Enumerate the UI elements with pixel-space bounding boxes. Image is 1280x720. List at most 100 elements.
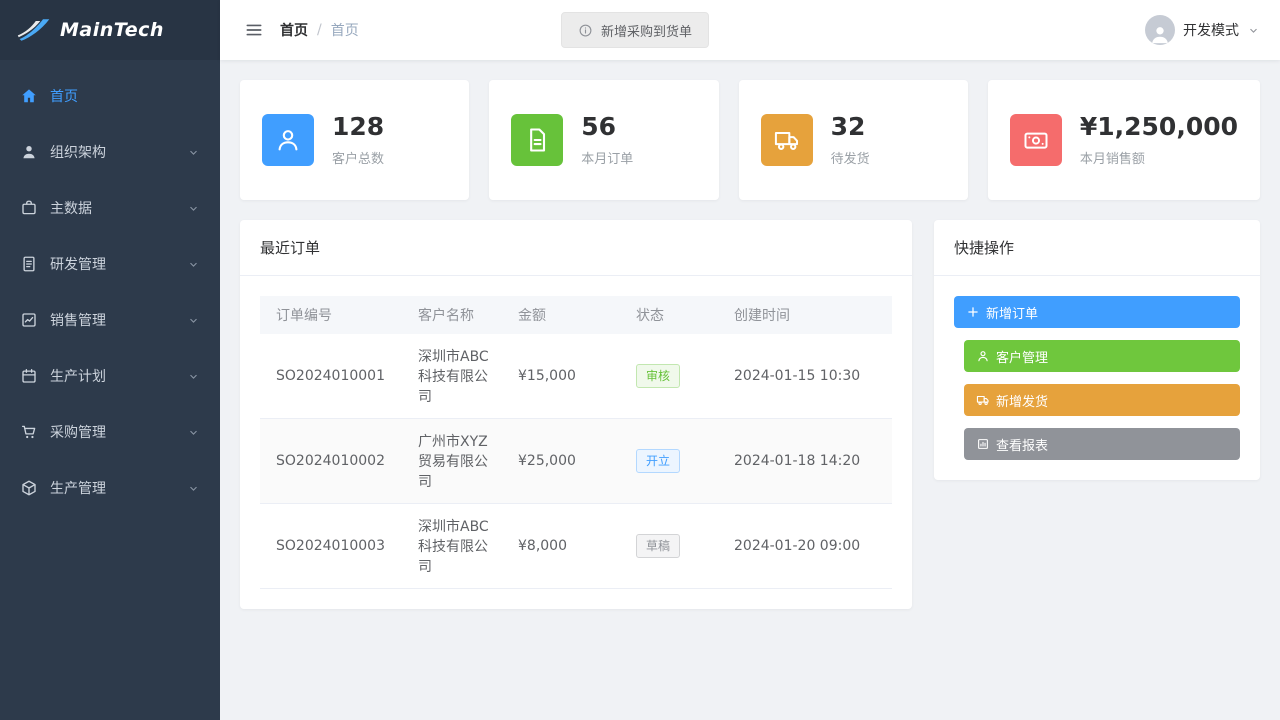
new-shipment-button[interactable]: 新增发货 — [964, 384, 1240, 416]
stat-text: 32 待发货 — [831, 113, 870, 167]
order-no-cell: SO2024010001 — [260, 334, 408, 419]
amount-cell: ¥15,000 — [508, 334, 626, 419]
sidebar-item-label: 主数据 — [50, 198, 92, 218]
stats-row: 128 客户总数 56 本月订单 — [240, 80, 1260, 200]
status-badge: 草稿 — [636, 534, 680, 559]
table-header-row: 订单编号 客户名称 金额 状态 创建时间 — [260, 296, 892, 334]
sidebar-item-organization[interactable]: 组织架构 — [0, 124, 220, 180]
sidebar-item-label: 生产管理 — [50, 478, 106, 498]
briefcase-icon — [20, 199, 38, 217]
stat-label: 本月销售额 — [1080, 148, 1238, 167]
main-area: 首页 / 首页 新增采购到货单 开发模式 — [220, 0, 1280, 720]
cart-icon — [20, 423, 38, 441]
sidebar-item-master-data[interactable]: 主数据 — [0, 180, 220, 236]
customer-management-label: 客户管理 — [996, 347, 1048, 366]
sidebar: MainTech 首页 组织架构 — [0, 0, 220, 720]
brand-logo: MainTech — [0, 0, 220, 60]
new-purchase-arrival-button[interactable]: 新增采购到货单 — [561, 12, 709, 48]
status-badge: 开立 — [636, 449, 680, 474]
col-amount: 金额 — [508, 296, 626, 334]
view-reports-button[interactable]: 查看报表 — [964, 428, 1240, 460]
customers-icon — [262, 114, 314, 166]
order-no-cell: SO2024010002 — [260, 419, 408, 504]
recent-orders-body: 订单编号 客户名称 金额 状态 创建时间 SO2024010001 — [240, 276, 912, 609]
truck-icon — [976, 393, 990, 407]
sidebar-item-label: 研发管理 — [50, 254, 106, 274]
stat-card-customers: 128 客户总数 — [240, 80, 469, 200]
brand-name: MainTech — [60, 19, 164, 41]
quick-actions-title: 快捷操作 — [934, 220, 1260, 276]
order-no-cell: SO2024010003 — [260, 504, 408, 589]
hamburger-icon — [244, 20, 264, 40]
avatar — [1145, 15, 1175, 45]
report-icon — [976, 437, 990, 451]
recent-orders-title: 最近订单 — [240, 220, 912, 276]
breadcrumb-separator: / — [317, 22, 322, 38]
calendar-icon — [20, 367, 38, 385]
caret-down-icon — [1247, 24, 1260, 37]
user-mode-label: 开发模式 — [1183, 20, 1239, 40]
sidebar-collapse-button[interactable] — [240, 16, 268, 44]
stat-text: ¥1,250,000 本月销售额 — [1080, 113, 1238, 167]
created-cell: 2024-01-18 14:20 — [724, 419, 892, 504]
chevron-down-icon — [187, 370, 200, 383]
stat-text: 56 本月订单 — [581, 113, 633, 167]
sidebar-item-label: 销售管理 — [50, 310, 106, 330]
breadcrumb-home[interactable]: 首页 — [280, 20, 308, 40]
info-icon — [578, 23, 593, 38]
user-menu[interactable]: 开发模式 — [1145, 15, 1260, 45]
table-row: SO2024010001 深圳市ABC科技有限公司 ¥15,000 审核 202… — [260, 334, 892, 419]
user-icon — [20, 143, 38, 161]
stat-label: 客户总数 — [332, 148, 384, 167]
stat-text: 128 客户总数 — [332, 113, 384, 167]
chevron-down-icon — [187, 482, 200, 495]
customer-cell: 深圳市ABC科技有限公司 — [408, 504, 508, 589]
plus-icon — [966, 305, 980, 319]
new-purchase-arrival-label: 新增采购到货单 — [601, 21, 692, 40]
stat-value: ¥1,250,000 — [1080, 113, 1238, 142]
sidebar-item-home[interactable]: 首页 — [0, 68, 220, 124]
stat-card-pending-shipment: 32 待发货 — [739, 80, 968, 200]
chevron-down-icon — [187, 146, 200, 159]
home-icon — [20, 87, 38, 105]
sidebar-item-label: 首页 — [50, 86, 78, 106]
new-order-label: 新增订单 — [986, 303, 1038, 322]
amount-cell: ¥8,000 — [508, 504, 626, 589]
document-icon — [20, 255, 38, 273]
customer-cell: 广州市XYZ贸易有限公司 — [408, 419, 508, 504]
stat-label: 本月订单 — [581, 148, 633, 167]
sidebar-item-label: 生产计划 — [50, 366, 106, 386]
sidebar-item-rd-management[interactable]: 研发管理 — [0, 236, 220, 292]
col-customer: 客户名称 — [408, 296, 508, 334]
file-icon — [511, 114, 563, 166]
chevron-down-icon — [187, 258, 200, 271]
sidebar-item-production-management[interactable]: 生产管理 — [0, 460, 220, 516]
sidebar-item-label: 组织架构 — [50, 142, 106, 162]
sidebar-item-purchase-management[interactable]: 采购管理 — [0, 404, 220, 460]
amount-cell: ¥25,000 — [508, 419, 626, 504]
view-reports-label: 查看报表 — [996, 435, 1048, 454]
box-icon — [20, 479, 38, 497]
stat-card-monthly-orders: 56 本月订单 — [489, 80, 718, 200]
chevron-down-icon — [187, 426, 200, 439]
sidebar-item-sales-management[interactable]: 销售管理 — [0, 292, 220, 348]
col-status: 状态 — [626, 296, 724, 334]
app-window: MainTech 首页 组织架构 — [0, 0, 1280, 720]
stat-card-monthly-sales: ¥1,250,000 本月销售额 — [988, 80, 1260, 200]
recent-orders-table: 订单编号 客户名称 金额 状态 创建时间 SO2024010001 — [260, 296, 892, 589]
recent-orders-panel: 最近订单 订单编号 客户名称 金额 状态 创建时间 — [240, 220, 912, 609]
new-shipment-label: 新增发货 — [996, 391, 1048, 410]
customer-management-button[interactable]: 客户管理 — [964, 340, 1240, 372]
chevron-down-icon — [187, 314, 200, 327]
table-row: SO2024010002 广州市XYZ贸易有限公司 ¥25,000 开立 202… — [260, 419, 892, 504]
user-icon — [976, 349, 990, 363]
customer-cell: 深圳市ABC科技有限公司 — [408, 334, 508, 419]
created-cell: 2024-01-20 09:00 — [724, 504, 892, 589]
new-order-button[interactable]: 新增订单 — [954, 296, 1240, 328]
sidebar-item-production-plan[interactable]: 生产计划 — [0, 348, 220, 404]
table-row: SO2024010003 深圳市ABC科技有限公司 ¥8,000 草稿 2024… — [260, 504, 892, 589]
col-order-no: 订单编号 — [260, 296, 408, 334]
stat-label: 待发货 — [831, 148, 870, 167]
breadcrumb: 首页 / 首页 — [280, 20, 359, 40]
status-cell: 开立 — [626, 419, 724, 504]
